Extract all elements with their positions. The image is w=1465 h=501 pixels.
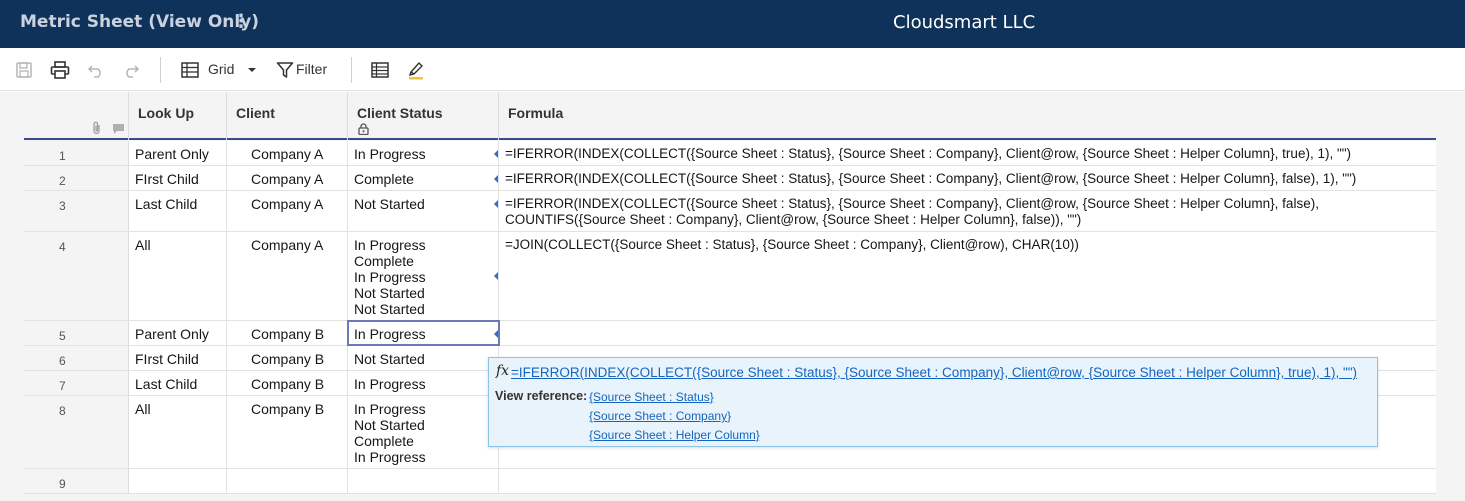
card-table-icon[interactable] bbox=[370, 60, 390, 80]
formula-cell[interactable] bbox=[499, 469, 1436, 493]
row-number-label: 8 bbox=[59, 404, 66, 418]
table-row[interactable]: 3 Last Child Company A Not Started =IFERROR(… bbox=[24, 191, 1436, 232]
client-status-cell[interactable]: In Progress bbox=[348, 141, 499, 165]
row-number[interactable]: 2 bbox=[24, 166, 129, 190]
print-icon[interactable] bbox=[50, 60, 70, 80]
reference-link-status[interactable]: {Source Sheet : Status} bbox=[589, 390, 714, 404]
lookup-cell[interactable]: Last Child bbox=[129, 371, 227, 395]
formula-cell[interactable]: =JOIN(COLLECT({Source Sheet : Status}, {… bbox=[499, 232, 1436, 320]
sheet-grid: Look Up Client Client Status Formula 1 Pa… bbox=[0, 92, 1465, 501]
client-status-cell[interactable]: Not Started bbox=[348, 191, 499, 231]
app-header: Metric Sheet (View Only) ⋮ Cloudsmart LL… bbox=[0, 0, 1465, 48]
fill-handle-icon[interactable] bbox=[494, 175, 498, 183]
redo-icon[interactable] bbox=[121, 60, 141, 80]
table-row[interactable]: 1 Parent Only Company A In Progress =IFERROR… bbox=[24, 141, 1436, 166]
fill-handle-icon[interactable] bbox=[494, 200, 498, 208]
client-status-cell[interactable] bbox=[348, 469, 499, 493]
column-header-client[interactable]: Client bbox=[227, 92, 348, 140]
fill-handle-icon[interactable] bbox=[494, 150, 498, 158]
toolbar-divider bbox=[351, 57, 352, 83]
client-cell[interactable]: Company B bbox=[227, 346, 348, 370]
client-status-cell[interactable]: Complete bbox=[348, 166, 499, 190]
row-number[interactable]: 3 bbox=[24, 191, 129, 231]
sheet-menu-icon[interactable]: ⋮ bbox=[232, 11, 250, 32]
formula-cell[interactable]: =IFERROR(INDEX(COLLECT({Source Sheet : S… bbox=[499, 166, 1436, 190]
lookup-cell[interactable]: Parent Only bbox=[129, 321, 227, 345]
toolbar-divider bbox=[160, 57, 161, 83]
lookup-cell[interactable]: Parent Only bbox=[129, 141, 227, 165]
company-name: Cloudsmart LLC bbox=[893, 12, 1036, 33]
column-header-label: Client Status bbox=[357, 105, 443, 121]
column-header-formula[interactable]: Formula bbox=[499, 92, 1436, 140]
comment-icon bbox=[112, 122, 125, 138]
formula-cell[interactable]: =IFERROR(INDEX(COLLECT({Source Sheet : S… bbox=[499, 141, 1436, 165]
highlight-changes-icon[interactable] bbox=[406, 60, 426, 80]
lookup-cell[interactable]: FIrst Child bbox=[129, 166, 227, 190]
client-cell[interactable]: Company B bbox=[227, 321, 348, 345]
save-icon[interactable] bbox=[14, 60, 34, 80]
chevron-down-icon[interactable] bbox=[242, 60, 262, 80]
popup-formula-link[interactable]: =IFERROR(INDEX(COLLECT({Source Sheet : S… bbox=[511, 365, 1357, 380]
view-reference-label: View reference: bbox=[495, 389, 588, 403]
row-header-corner bbox=[24, 92, 129, 140]
fill-handle-icon[interactable] bbox=[494, 330, 498, 338]
client-status-cell[interactable]: In Progress bbox=[348, 371, 499, 395]
row-number-label: 6 bbox=[59, 354, 66, 368]
filter-button[interactable]: Filter bbox=[296, 61, 327, 77]
toolbar: Grid Filter bbox=[0, 48, 1465, 91]
grid-view-button[interactable]: Grid bbox=[208, 61, 234, 77]
lookup-cell[interactable] bbox=[129, 469, 227, 493]
table-row[interactable]: 5 Parent Only Company B In Progress bbox=[24, 320, 1436, 346]
client-status-cell[interactable]: In Progress bbox=[347, 320, 500, 346]
client-status-cell[interactable]: In Progress Complete In Progress Not Sta… bbox=[348, 232, 499, 320]
client-cell[interactable]: Company A bbox=[227, 232, 348, 320]
row-number[interactable]: 7 bbox=[24, 371, 129, 395]
row-number-label: 2 bbox=[59, 174, 66, 188]
table-row[interactable]: 4 All Company A In Progress Complete In Pro… bbox=[24, 232, 1436, 321]
column-header-row: Look Up Client Client Status Formula bbox=[24, 92, 1436, 140]
row-number[interactable]: 1 bbox=[24, 141, 129, 165]
client-cell[interactable]: Company A bbox=[227, 141, 348, 165]
client-cell[interactable]: Company A bbox=[227, 166, 348, 190]
client-status-cell[interactable]: Not Started bbox=[348, 346, 499, 370]
row-number[interactable]: 5 bbox=[24, 321, 129, 345]
row-number-label: 1 bbox=[59, 149, 66, 163]
row-number[interactable]: 6 bbox=[24, 346, 129, 370]
lookup-cell[interactable]: FIrst Child bbox=[129, 346, 227, 370]
lookup-cell[interactable]: All bbox=[129, 232, 227, 320]
fill-handle-icon[interactable] bbox=[494, 272, 498, 280]
reference-link-helper-column[interactable]: {Source Sheet : Helper Column} bbox=[589, 428, 760, 442]
function-icon: 𝑓x bbox=[496, 363, 510, 379]
row-number-label: 9 bbox=[59, 477, 66, 491]
reference-link-company[interactable]: {Source Sheet : Company} bbox=[589, 409, 731, 423]
undo-icon[interactable] bbox=[86, 60, 106, 80]
client-cell[interactable]: Company A bbox=[227, 191, 348, 231]
sheet-title: Metric Sheet (View Only) bbox=[20, 12, 260, 32]
lookup-cell[interactable]: Last Child bbox=[129, 191, 227, 231]
lock-icon bbox=[358, 122, 369, 138]
row-number-label: 4 bbox=[59, 240, 66, 254]
client-cell[interactable] bbox=[227, 469, 348, 493]
row-number[interactable]: 9 bbox=[24, 469, 129, 493]
table-row[interactable]: 9 bbox=[24, 469, 1436, 494]
table-row[interactable]: 2 FIrst Child Company A Complete =IFERROR(IN… bbox=[24, 166, 1436, 191]
attachment-icon bbox=[91, 121, 103, 138]
client-cell[interactable]: Company B bbox=[227, 396, 348, 468]
client-cell[interactable]: Company B bbox=[227, 371, 348, 395]
lookup-cell[interactable]: All bbox=[129, 396, 227, 468]
formula-cell[interactable]: =IFERROR(INDEX(COLLECT({Source Sheet : S… bbox=[499, 191, 1436, 231]
grid-view-icon[interactable] bbox=[180, 60, 200, 80]
formula-reference-popup: 𝑓x =IFERROR(INDEX(COLLECT({Source Sheet … bbox=[488, 357, 1378, 447]
row-number-label: 7 bbox=[59, 379, 66, 393]
column-header-lookup[interactable]: Look Up bbox=[129, 92, 227, 140]
row-number[interactable]: 8 bbox=[24, 396, 129, 468]
filter-icon[interactable] bbox=[275, 60, 295, 80]
row-number-label: 5 bbox=[59, 329, 66, 343]
column-header-client-status[interactable]: Client Status bbox=[348, 92, 499, 140]
row-number[interactable]: 4 bbox=[24, 232, 129, 320]
client-status-cell[interactable]: In Progress Not Started Complete In Prog… bbox=[348, 396, 499, 468]
formula-cell[interactable] bbox=[499, 321, 1436, 345]
row-number-label: 3 bbox=[59, 199, 66, 213]
